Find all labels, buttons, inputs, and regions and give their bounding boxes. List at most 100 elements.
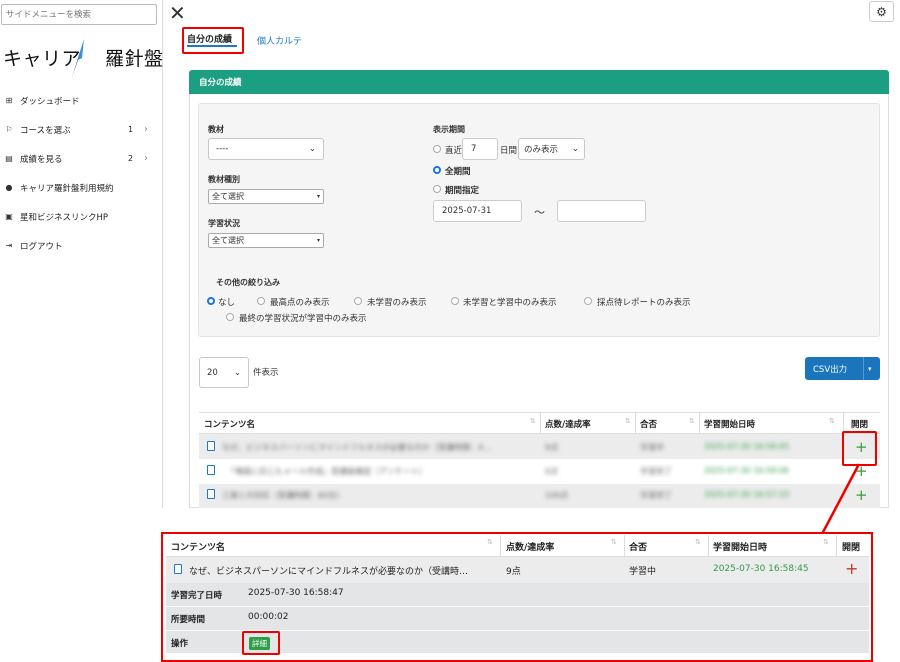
caret-down-icon: ▾ bbox=[868, 364, 872, 373]
col-header-content[interactable]: コンテンツ名 bbox=[204, 418, 255, 430]
page-size-suffix: 件表示 bbox=[253, 368, 279, 378]
panel-title: 自分の成績 bbox=[189, 70, 889, 94]
only-show-value: のみ表示 bbox=[524, 145, 559, 155]
zoom-col-result: 合否 bbox=[629, 543, 648, 553]
document-icon bbox=[174, 564, 182, 574]
compass-needle-icon bbox=[72, 39, 84, 77]
material-type-label: 教材種別 bbox=[208, 175, 240, 184]
radio-other-last-inprogress[interactable] bbox=[226, 313, 234, 321]
recent-label: 直近 bbox=[445, 146, 463, 156]
row-start-time: 2025-07-30 16:58:45 bbox=[704, 442, 789, 451]
sidebar-search-input[interactable] bbox=[1, 4, 157, 25]
date-to-input[interactable] bbox=[557, 200, 646, 222]
detail-label-operation: 操作 bbox=[171, 639, 189, 649]
sidebar-item-homepage[interactable]: ▣ 星和ビジネスリンクHP bbox=[0, 202, 163, 231]
settings-button[interactable]: ⚙ bbox=[869, 1, 894, 22]
flag-icon: ⚐ bbox=[5, 125, 13, 134]
row-content-name[interactable]: 三者との対応（受講時間：60分） bbox=[222, 490, 522, 501]
tab-underline bbox=[187, 45, 237, 47]
sidebar-item-courses[interactable]: ⚐ コースを選ぶ 1 › bbox=[0, 115, 163, 144]
page-size-select[interactable]: 20 ⌄ bbox=[199, 357, 249, 388]
window-icon: ▣ bbox=[5, 212, 13, 221]
days-unit-label: 日間 bbox=[500, 146, 518, 156]
chevron-right-icon: › bbox=[144, 153, 148, 164]
material-select[interactable]: ---- ⌄ bbox=[208, 138, 324, 160]
other-filter-label: その他の絞り込み bbox=[216, 278, 280, 287]
material-type-select[interactable]: 全て選択 ▾ bbox=[208, 189, 324, 204]
logout-icon: ⇥ bbox=[5, 241, 13, 250]
radio-other-report[interactable] bbox=[584, 297, 592, 305]
sidebar-item-logout[interactable]: ⇥ ログアウト bbox=[0, 231, 163, 260]
page-size-value: 20 bbox=[207, 367, 218, 378]
radio-other-unlearned[interactable] bbox=[354, 297, 362, 305]
radio-period-specify[interactable] bbox=[433, 185, 441, 193]
status-select[interactable]: 全て選択 ▾ bbox=[208, 233, 324, 248]
zoom-col-toggle: 開閉 bbox=[842, 543, 861, 553]
chevron-down-icon: ⌄ bbox=[233, 367, 241, 378]
document-icon bbox=[207, 441, 215, 451]
csv-label: CSV出力 bbox=[813, 364, 848, 375]
period-specify-label: 期間指定 bbox=[445, 186, 480, 196]
detail-label-completed: 学習完了日時 bbox=[171, 591, 223, 601]
radio-all-period[interactable] bbox=[433, 166, 441, 174]
sidebar-item-label: 成績を見る bbox=[20, 154, 63, 165]
row-result: 学習完了 bbox=[640, 467, 672, 476]
other-option-unlearned-inprogress: 未学習と学習中のみ表示 bbox=[463, 298, 557, 308]
radio-other-highest[interactable] bbox=[257, 297, 265, 305]
sidebar-item-count: 1 bbox=[128, 125, 134, 134]
sort-icon[interactable]: ⇅ bbox=[625, 417, 631, 425]
radio-other-none[interactable] bbox=[207, 297, 215, 305]
material-type-value: 全て選択 bbox=[212, 192, 244, 201]
row-content-name[interactable]: なぜ、ビジネスパーソンにマインドフルネスが必要なのか（受講時間：4… bbox=[222, 442, 532, 453]
document-icon bbox=[207, 465, 215, 475]
other-option-last-inprogress: 最終の学習状況が学習中のみ表示 bbox=[239, 314, 367, 324]
sidebar-item-count: 2 bbox=[128, 154, 134, 163]
row-score: 9点 bbox=[545, 443, 559, 452]
sort-icon[interactable]: ⇅ bbox=[829, 417, 835, 425]
row-score: 0点 bbox=[545, 467, 559, 476]
status-value: 全て選択 bbox=[212, 236, 244, 245]
sort-icon[interactable]: ⇅ bbox=[530, 417, 536, 425]
user-plus-icon: ● bbox=[5, 183, 13, 192]
chart-icon: ▤ bbox=[5, 154, 13, 163]
zoom-col-score: 点数/達成率 bbox=[506, 543, 555, 553]
gear-icon: ⚙ bbox=[876, 4, 887, 19]
collapse-icon: + bbox=[845, 559, 859, 578]
status-label: 学習状況 bbox=[208, 219, 240, 228]
sidebar-item-grades[interactable]: ▤ 成績を見る 2 › bbox=[0, 144, 163, 173]
tab-my-grades[interactable]: 自分の成績 bbox=[187, 32, 232, 45]
sidebar-item-terms[interactable]: ● キャリア羅針盤利用規約 bbox=[0, 173, 163, 202]
col-header-result[interactable]: 合否 bbox=[640, 418, 657, 430]
col-header-start[interactable]: 学習開始日時 bbox=[704, 418, 755, 430]
close-icon[interactable]: ✕ bbox=[169, 3, 186, 23]
chevron-right-icon: › bbox=[144, 124, 148, 135]
detail-label-duration: 所要時間 bbox=[171, 615, 206, 625]
only-show-select[interactable]: のみ表示 ⌄ bbox=[518, 138, 585, 160]
col-header-score[interactable]: 点数/達成率 bbox=[545, 418, 591, 430]
recent-days-value: 7 bbox=[471, 144, 477, 154]
sort-icon: ⇅ bbox=[611, 538, 617, 546]
chevron-down-icon: ⌄ bbox=[571, 144, 579, 154]
document-icon bbox=[207, 489, 215, 499]
grid-icon: ⊞ bbox=[5, 96, 13, 105]
csv-export-button[interactable]: CSV出力 ▾ bbox=[805, 357, 880, 380]
row-result: 学習完了 bbox=[640, 491, 672, 500]
tab-personal-chart[interactable]: 個人カルテ bbox=[257, 34, 302, 47]
zoom-col-start: 学習開始日時 bbox=[713, 543, 768, 553]
recent-days-input[interactable]: 7 bbox=[462, 138, 498, 160]
row-content-name[interactable]: 「場面に応じたメール作成」受講後確認（アンケート） bbox=[227, 466, 527, 477]
zoom-row-start: 2025-07-30 16:58:45 bbox=[713, 564, 809, 574]
date-from-input[interactable]: 2025-07-31 bbox=[433, 200, 522, 222]
sidebar-item-label: キャリア羅針盤利用規約 bbox=[20, 183, 114, 194]
detail-button[interactable]: 詳細 bbox=[249, 637, 270, 650]
detail-value-completed: 2025-07-30 16:58:47 bbox=[248, 588, 344, 598]
all-period-label: 全期間 bbox=[445, 167, 471, 177]
radio-other-unlearned-inprogress[interactable] bbox=[451, 297, 459, 305]
radio-recent[interactable] bbox=[433, 145, 441, 153]
zoom-row-score: 9点 bbox=[506, 567, 521, 577]
material-label: 教材 bbox=[208, 125, 224, 134]
sort-icon[interactable]: ⇅ bbox=[689, 417, 695, 425]
sort-icon: ⇅ bbox=[695, 538, 701, 546]
row-score: 100点 bbox=[545, 491, 569, 500]
sidebar-item-dashboard[interactable]: ⊞ ダッシュボード bbox=[0, 86, 163, 115]
